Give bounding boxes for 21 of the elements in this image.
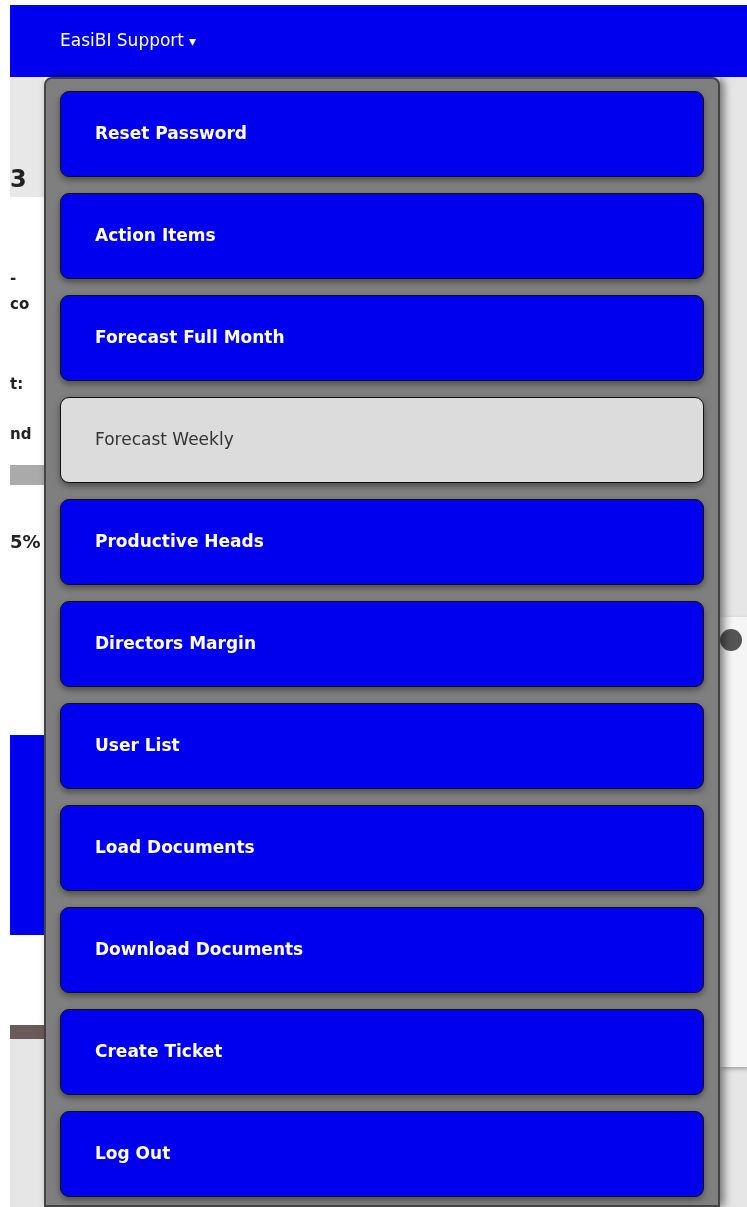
info-icon[interactable] [720, 629, 742, 651]
menu-item[interactable]: Directors Margin [60, 601, 704, 687]
percent-value: 5% [10, 530, 41, 554]
stat-label: t: [10, 373, 24, 395]
menu-item[interactable]: Forecast Full Month [60, 295, 704, 381]
menu-item[interactable]: Load Documents [60, 805, 704, 891]
menu-item[interactable]: User List [60, 703, 704, 789]
stat-label: nd [10, 423, 32, 445]
menu-item[interactable]: Reset Password [60, 91, 704, 177]
menu-item[interactable]: Download Documents [60, 907, 704, 993]
menu-item[interactable]: Log Out [60, 1111, 704, 1197]
stat-label: co [10, 293, 30, 315]
stat-label: - [10, 267, 17, 289]
menu-item[interactable]: Create Ticket [60, 1009, 704, 1095]
bar-segment [10, 1025, 44, 1039]
menu-item[interactable]: Productive Heads [60, 499, 704, 585]
menu-item[interactable]: Forecast Weekly [60, 397, 704, 483]
menu-item[interactable]: Action Items [60, 193, 704, 279]
support-menu-toggle[interactable]: EasiBI Support ▾ [60, 28, 197, 54]
bar-segment [10, 465, 44, 485]
heading-text: 3 [10, 164, 27, 195]
